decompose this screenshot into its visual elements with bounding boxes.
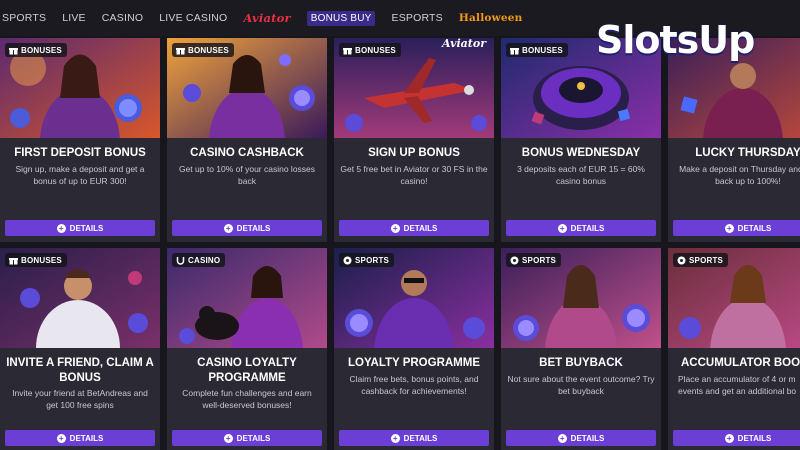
category-tag: SPORTS xyxy=(673,253,729,267)
details-button[interactable]: + DETAILS xyxy=(339,220,489,236)
promo-card[interactable]: BONUSES FIRST DEPOSIT BONUS Sign up, mak… xyxy=(0,38,160,242)
promo-title: ACCUMULATOR BOOSTE xyxy=(681,357,800,369)
promo-card[interactable]: SPORTS LOYALTY PROGRAMME Claim free bets… xyxy=(334,248,494,450)
promo-description: 3 deposits each of EUR 15 = 60% casino b… xyxy=(517,164,645,186)
promo-description: Get up to 10% of your casino losses back xyxy=(178,164,316,186)
details-button[interactable]: + DETAILS xyxy=(172,220,322,236)
promo-card[interactable]: Aviator BONUSES SIGN UP BONUS Get 5 free… xyxy=(334,38,494,242)
tag-label: BONUSES xyxy=(355,45,396,55)
promo-card[interactable]: BONUSES BONUS WEDNESDAY 3 deposits each … xyxy=(501,38,661,242)
promo-description: Complete fun challenges and earn well-de… xyxy=(182,388,312,410)
details-button[interactable]: + DETAILS xyxy=(5,430,155,446)
promo-card[interactable]: LUCKY THURSDAY Make a deposit on Thursda… xyxy=(668,38,800,242)
nav-live[interactable]: LIVE xyxy=(62,12,86,24)
details-label: DETAILS xyxy=(737,223,772,233)
details-label: DETAILS xyxy=(570,223,605,233)
gift-icon xyxy=(342,45,352,55)
promo-card[interactable]: BONUSES CASINO CASHBACK Get up to 10% of… xyxy=(167,38,327,242)
details-label: DETAILS xyxy=(69,433,104,443)
promo-description: Place an accumulator of 4 or m events an… xyxy=(678,374,797,396)
plus-icon: + xyxy=(390,223,400,233)
nav-casino[interactable]: CASINO xyxy=(102,12,143,24)
promo-title: INVITE A FRIEND, CLAIM A BONUS xyxy=(6,357,154,384)
tag-label: BONUSES xyxy=(522,45,563,55)
details-button[interactable]: + DETAILS xyxy=(5,220,155,236)
tag-label: CASINO xyxy=(188,255,221,265)
plus-icon: + xyxy=(557,223,567,233)
category-tag: SPORTS xyxy=(339,253,395,267)
details-button[interactable]: + DETAILS xyxy=(673,220,800,236)
promo-description: Make a deposit on Thursday and get back … xyxy=(679,164,800,186)
tag-label: SPORTS xyxy=(522,255,557,265)
plus-icon: + xyxy=(724,223,734,233)
details-button[interactable]: + DETAILS xyxy=(506,430,656,446)
promo-card[interactable]: BONUSES INVITE A FRIEND, CLAIM A BONUS I… xyxy=(0,248,160,450)
promo-description: Sign up, make a deposit and get a bonus … xyxy=(15,164,145,186)
gift-icon xyxy=(8,45,18,55)
promo-title: SIGN UP BONUS xyxy=(368,147,460,159)
plus-icon: + xyxy=(223,223,233,233)
promo-title: BET BUYBACK xyxy=(539,357,623,369)
gift-icon xyxy=(8,255,18,265)
promo-description: Get 5 free bet in Aviator or 30 FS in th… xyxy=(340,164,488,186)
tag-label: SPORTS xyxy=(689,255,724,265)
aviator-banner: Aviator xyxy=(442,38,486,50)
category-tag: CASINO xyxy=(172,253,226,267)
details-label: DETAILS xyxy=(236,433,271,443)
category-tag: BONUSES xyxy=(172,43,234,57)
promo-card[interactable]: SPORTS ACCUMULATOR BOOSTE Place an accum… xyxy=(668,248,800,450)
plus-icon: + xyxy=(56,433,66,443)
nav-sports[interactable]: SPORTS xyxy=(2,12,46,24)
details-button[interactable]: + DETAILS xyxy=(172,430,322,446)
promo-card[interactable]: CASINO CASINO LOYALTY PROGRAMME Complete… xyxy=(167,248,327,450)
gift-icon xyxy=(175,45,185,55)
plus-icon: + xyxy=(557,433,567,443)
category-tag: BONUSES xyxy=(339,43,401,57)
nav-live-casino[interactable]: LIVE CASINO xyxy=(159,12,227,24)
category-tag: BONUSES xyxy=(5,43,67,57)
logo-text: SlotsUp xyxy=(596,18,755,62)
promo-title: LOYALTY PROGRAMME xyxy=(347,357,481,369)
category-tag: BONUSES xyxy=(5,253,67,267)
details-button[interactable]: + DETAILS xyxy=(673,430,800,446)
details-label: DETAILS xyxy=(570,433,605,443)
nav-halloween[interactable]: Halloween xyxy=(459,12,523,24)
promo-title: BONUS WEDNESDAY xyxy=(521,147,641,159)
details-label: DETAILS xyxy=(737,433,772,443)
category-tag: SPORTS xyxy=(506,253,562,267)
plus-icon: + xyxy=(223,433,233,443)
plus-icon: + xyxy=(390,433,400,443)
tag-label: BONUSES xyxy=(21,255,62,265)
promo-description: Invite your friend at BetAndreas and get… xyxy=(12,388,148,410)
plus-icon: + xyxy=(56,223,66,233)
tag-label: BONUSES xyxy=(21,45,62,55)
promo-description: Not sure about the event outcome? Try be… xyxy=(507,374,655,396)
soccer-ball-icon xyxy=(676,255,686,265)
promo-title: CASINO LOYALTY PROGRAMME xyxy=(197,357,297,384)
details-label: DETAILS xyxy=(69,223,104,233)
gift-icon xyxy=(509,45,519,55)
tag-label: SPORTS xyxy=(355,255,390,265)
soccer-ball-icon xyxy=(342,255,352,265)
nav-bonus-buy[interactable]: BONUS BUY xyxy=(306,10,376,26)
details-button[interactable]: + DETAILS xyxy=(506,220,656,236)
nav-aviator[interactable]: Aviator xyxy=(243,11,290,25)
details-label: DETAILS xyxy=(236,223,271,233)
category-tag: BONUSES xyxy=(506,43,568,57)
nav-esports[interactable]: ESPORTS xyxy=(391,12,442,24)
slotsup-logo: SlotsUp xyxy=(596,12,755,68)
promo-title: CASINO CASHBACK xyxy=(190,147,304,159)
details-button[interactable]: + DETAILS xyxy=(339,430,489,446)
promo-card[interactable]: SPORTS BET BUYBACK Not sure about the ev… xyxy=(501,248,661,450)
plus-icon: + xyxy=(724,433,734,443)
horseshoe-icon xyxy=(175,255,185,265)
soccer-ball-icon xyxy=(509,255,519,265)
promo-title: LUCKY THURSDAY xyxy=(695,147,800,159)
details-label: DETAILS xyxy=(403,223,438,233)
promo-title: FIRST DEPOSIT BONUS xyxy=(14,147,146,159)
promo-description: Claim free bets, bonus points, and cashb… xyxy=(349,374,479,396)
tag-label: BONUSES xyxy=(188,45,229,55)
details-label: DETAILS xyxy=(403,433,438,443)
